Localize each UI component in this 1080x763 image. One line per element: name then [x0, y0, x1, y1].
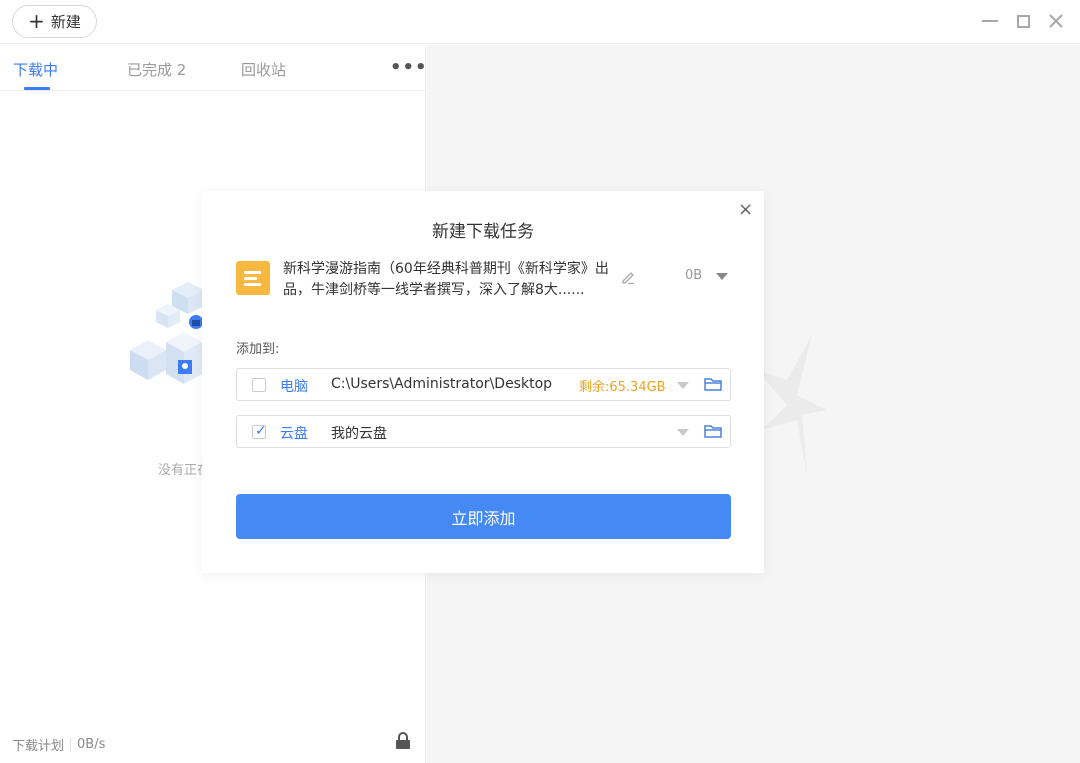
- download-speed: 0B/s: [77, 737, 106, 752]
- destination-name: 云盘: [280, 426, 308, 442]
- checkmark-icon: ✓: [255, 423, 267, 439]
- pc-checkbox[interactable]: [252, 378, 266, 392]
- empty-state-text: 没有正在下载的任务: [158, 463, 204, 478]
- plus-icon: +: [28, 8, 45, 33]
- folder-icon[interactable]: [704, 423, 722, 443]
- download-plan-link[interactable]: 下载计划: [12, 735, 64, 754]
- free-space: 剩余:65.34GB: [579, 380, 666, 395]
- dialog-title: 新建下载任务: [432, 222, 534, 242]
- chevron-down-icon[interactable]: [677, 382, 689, 389]
- chevron-down-icon[interactable]: [677, 429, 689, 436]
- minimize-icon: [982, 20, 998, 22]
- edit-icon[interactable]: [620, 269, 636, 289]
- add-to-label: 添加到:: [236, 342, 280, 357]
- new-task-label: 新建: [50, 13, 81, 31]
- close-window-button[interactable]: [1045, 10, 1067, 32]
- minimize-button[interactable]: [979, 10, 1001, 32]
- more-icon[interactable]: •••: [390, 57, 428, 78]
- new-download-dialog: × 新建下载任务 新科学漫游指南（60年经典科普期刊《新科学家》出品，牛津剑桥等…: [202, 191, 764, 573]
- empty-state-illustration: [128, 280, 204, 400]
- file-name: 新科学漫游指南（60年经典科普期刊《新科学家》出品，牛津剑桥等一线学者撰写，深入…: [283, 261, 609, 298]
- file-item: 新科学漫游指南（60年经典科普期刊《新科学家》出品，牛津剑桥等一线学者撰写，深入…: [236, 259, 730, 303]
- lock-icon[interactable]: [395, 732, 411, 754]
- new-task-button[interactable]: + 新建: [12, 5, 97, 38]
- maximize-icon: [1016, 14, 1030, 28]
- destination-pc[interactable]: 电脑 C:\Users\Administrator\Desktop 剩余:65.…: [236, 368, 731, 401]
- add-now-button[interactable]: 立即添加: [236, 494, 731, 539]
- tab-completed[interactable]: 已完成 2: [127, 59, 186, 80]
- destination-path: 我的云盘: [331, 426, 387, 442]
- chevron-down-icon[interactable]: [716, 273, 728, 280]
- folder-icon[interactable]: [704, 376, 722, 396]
- tab-bar: 下载中 已完成 2 回收站 •••: [0, 45, 428, 91]
- close-icon: [1049, 14, 1063, 28]
- tab-recycle-bin[interactable]: 回收站: [241, 59, 286, 80]
- destination-cloud[interactable]: ✓ 云盘 我的云盘: [236, 415, 731, 448]
- destination-name: 电脑: [280, 379, 308, 395]
- destination-path: C:\Users\Administrator\Desktop: [331, 376, 553, 392]
- file-size: 0B: [685, 268, 703, 283]
- document-icon: [236, 261, 270, 295]
- footer-status: 下载计划 0B/s: [12, 735, 105, 754]
- active-tab-indicator: [24, 87, 50, 90]
- tab-downloading[interactable]: 下载中: [13, 59, 58, 80]
- background-logo-icon: [757, 335, 827, 475]
- cloud-checkbox[interactable]: ✓: [252, 423, 267, 439]
- title-bar: + 新建: [0, 0, 1080, 44]
- divider: [70, 737, 72, 752]
- maximize-button[interactable]: [1012, 10, 1034, 32]
